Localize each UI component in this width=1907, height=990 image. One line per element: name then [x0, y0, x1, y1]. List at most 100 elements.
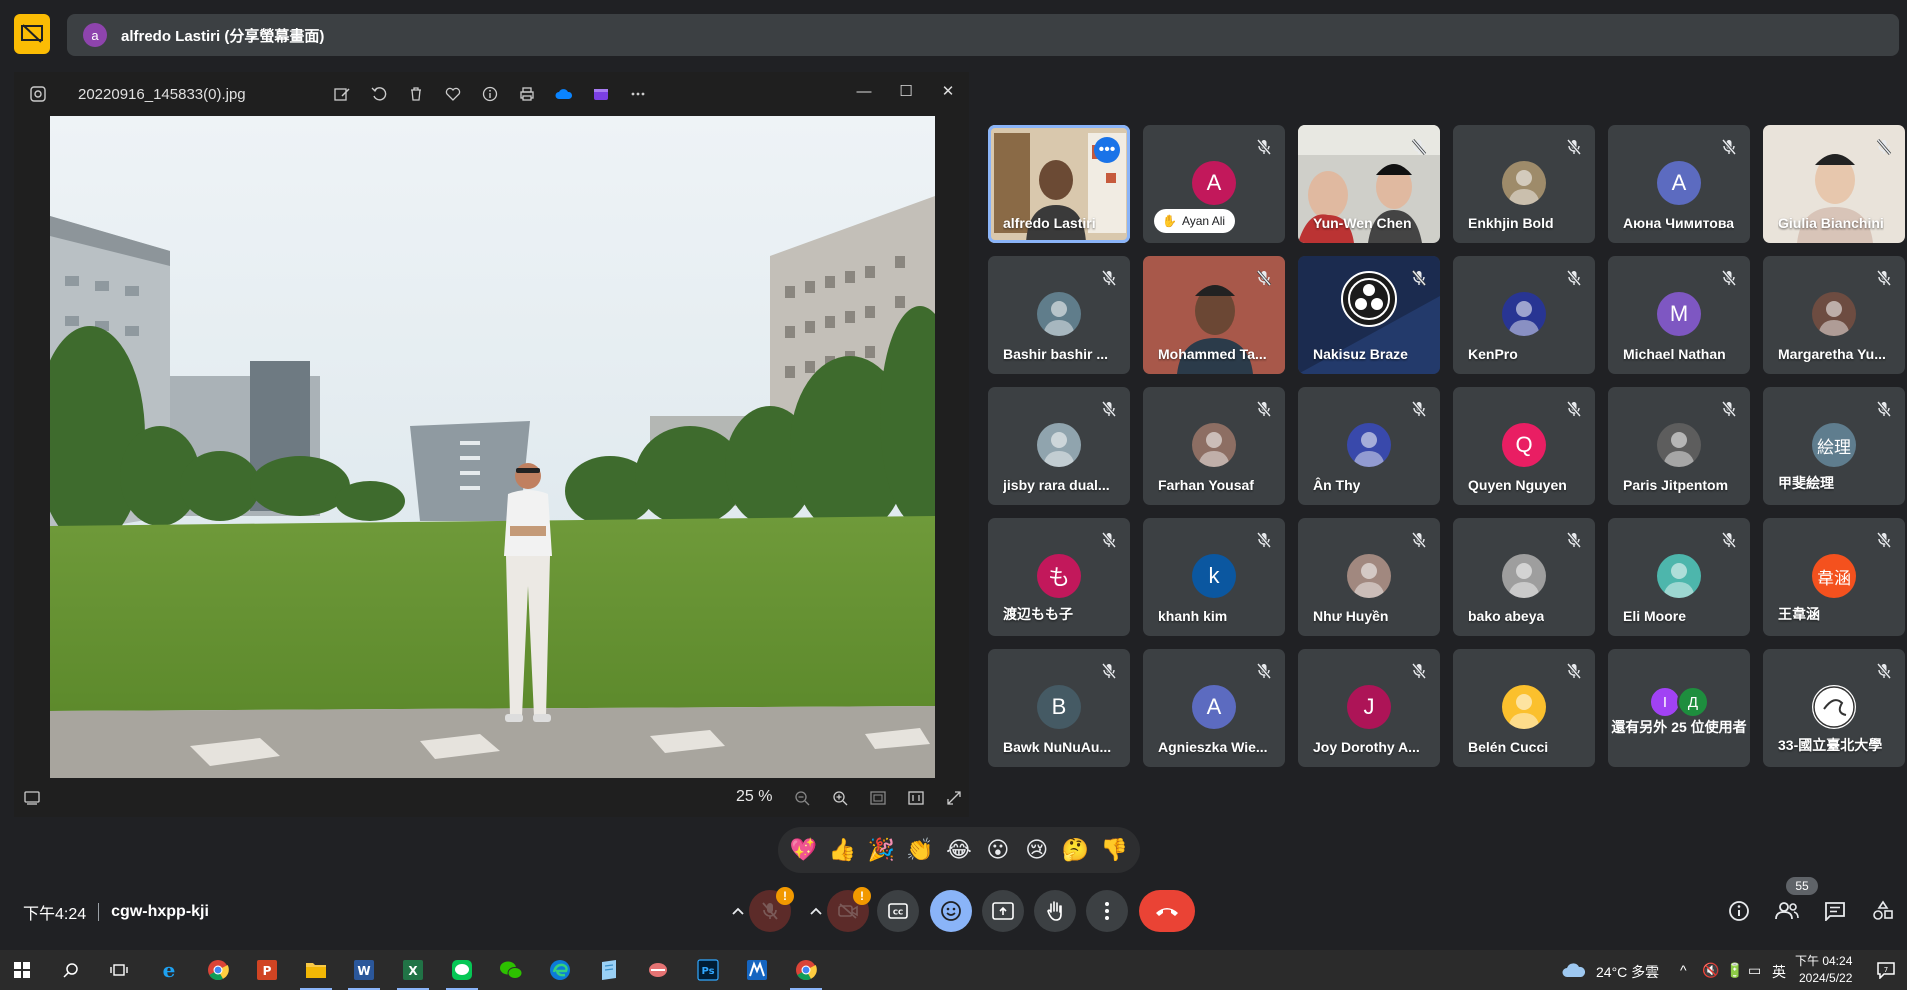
chat-icon[interactable] — [1821, 897, 1849, 925]
leave-call-button[interactable] — [1139, 890, 1195, 932]
present-screen-button[interactable] — [982, 890, 1024, 932]
reaction-emoji[interactable]: 💖 — [787, 837, 819, 863]
zoom-in-icon[interactable] — [830, 788, 850, 808]
reaction-emoji[interactable]: 👍 — [826, 837, 858, 863]
actual-size-icon[interactable] — [906, 788, 926, 808]
notifications-icon[interactable]: 7 — [1868, 956, 1904, 984]
participant-tile[interactable]: jisby rara dual... — [988, 387, 1130, 505]
wechat-icon[interactable] — [493, 956, 529, 984]
participant-tile[interactable]: Như Huyền — [1298, 518, 1440, 636]
ime-indicator[interactable]: 英 — [1772, 962, 1786, 982]
participant-tile[interactable]: Bashir bashir ... — [988, 256, 1130, 374]
task-view-icon[interactable] — [101, 956, 137, 984]
people-icon[interactable] — [1773, 897, 1801, 925]
chrome-meet-icon[interactable] — [788, 956, 824, 990]
reaction-emoji[interactable]: 😂 — [943, 837, 975, 863]
reaction-emoji[interactable]: 🎉 — [865, 837, 897, 863]
show-hidden-icons-chevron-icon[interactable]: ^ — [1680, 962, 1687, 978]
display-icon[interactable]: ▭ — [1748, 962, 1761, 979]
participant-tile[interactable]: B Bawk NuNuAu... — [988, 649, 1130, 767]
onedrive-icon[interactable] — [554, 84, 574, 104]
delete-icon[interactable] — [406, 84, 426, 104]
participant-tile[interactable]: Margaretha Yu... — [1763, 256, 1905, 374]
file-explorer-icon[interactable] — [298, 956, 334, 990]
windows-start-icon[interactable] — [4, 956, 40, 984]
photoshop-icon[interactable]: Ps — [690, 956, 726, 984]
word-icon[interactable]: W — [346, 956, 382, 990]
search-icon[interactable] — [53, 956, 89, 984]
snipping-tool-icon[interactable] — [640, 956, 676, 984]
rotate-icon[interactable] — [369, 84, 389, 104]
reactions-button[interactable] — [930, 890, 972, 932]
battery-icon[interactable]: 🔋 — [1726, 962, 1743, 979]
participant-tile[interactable]: 韋涵 王韋涵 — [1763, 518, 1905, 636]
close-icon[interactable]: ✕ — [927, 76, 969, 106]
raise-hand-button[interactable] — [1034, 890, 1076, 932]
excel-icon[interactable]: X — [395, 956, 431, 990]
reaction-emoji[interactable]: 👎 — [1098, 837, 1130, 863]
participant-tile[interactable]: も渡辺もも子 — [988, 518, 1130, 636]
participant-tile[interactable]: M Michael Nathan — [1608, 256, 1750, 374]
participant-tile[interactable]: Giulia Bianchini — [1763, 125, 1905, 243]
internet-explorer-icon[interactable]: e — [151, 956, 187, 984]
participant-tile[interactable]: Paris Jitpentom — [1608, 387, 1750, 505]
participant-tile[interactable]: Farhan Yousaf — [1143, 387, 1285, 505]
participant-tile[interactable]: Yun-Wen Chen — [1298, 125, 1440, 243]
info-icon[interactable] — [480, 84, 500, 104]
weather-text[interactable]: 24°C 多雲 — [1596, 962, 1659, 982]
participant-tile[interactable]: 33-國立臺北大學 — [1763, 649, 1905, 767]
clipchamp-icon[interactable] — [591, 84, 611, 104]
participant-name: Farhan Yousaf — [1158, 477, 1254, 493]
meeting-details[interactable]: 下午4:24 cgw-hxpp-kji — [23, 900, 209, 924]
more-options-button[interactable] — [1086, 890, 1128, 932]
participant-tile[interactable]: Ân Thy — [1298, 387, 1440, 505]
meeting-info-icon[interactable] — [1725, 897, 1753, 925]
participant-tile[interactable]: Enkhjin Bold — [1453, 125, 1595, 243]
participant-tile[interactable]: A Agnieszka Wie... — [1143, 649, 1285, 767]
favorite-icon[interactable] — [443, 84, 463, 104]
activities-icon[interactable] — [1869, 897, 1897, 925]
participant-tile[interactable]: Q Quyen Nguyen — [1453, 387, 1595, 505]
system-clock[interactable]: 下午 04:24 2024/5/22 — [1795, 953, 1852, 987]
video-options-chevron-icon[interactable] — [804, 890, 828, 932]
speaker-muted-icon[interactable]: 🔇 — [1702, 962, 1719, 979]
participant-tile[interactable]: KenPro — [1453, 256, 1595, 374]
participant-tile[interactable]: I Д 還有另外 25 位使用者 — [1608, 649, 1750, 767]
participant-tile[interactable]: 絵理 甲斐絵理 — [1763, 387, 1905, 505]
presenting-icon[interactable] — [14, 14, 50, 54]
filmstrip-icon[interactable] — [22, 788, 42, 808]
fit-to-window-icon[interactable] — [868, 788, 888, 808]
muted-mic-icon — [1720, 531, 1738, 549]
powerpoint-icon[interactable]: P — [249, 956, 285, 984]
captions-button[interactable]: CC — [877, 890, 919, 932]
participant-tile[interactable]: Eli Moore — [1608, 518, 1750, 636]
fullscreen-icon[interactable] — [944, 788, 964, 808]
weather-cloud-icon[interactable] — [1556, 956, 1592, 984]
maximize-icon[interactable]: ☐ — [885, 76, 927, 106]
participant-tile[interactable]: A Аюна Чимитова — [1608, 125, 1750, 243]
participant-tile[interactable]: ••• alfredo Lastiri — [988, 125, 1130, 243]
notepad-icon[interactable] — [591, 956, 627, 984]
more-options-icon[interactable]: ••• — [1094, 137, 1120, 163]
reaction-emoji[interactable]: 👏 — [904, 837, 936, 863]
edge-icon[interactable] — [542, 956, 578, 984]
participant-tile[interactable]: Belén Cucci — [1453, 649, 1595, 767]
reaction-emoji[interactable]: 😮 — [982, 837, 1014, 863]
participant-tile[interactable]: k khanh kim — [1143, 518, 1285, 636]
minimize-icon[interactable]: — — [843, 76, 885, 106]
more-icon[interactable] — [628, 84, 648, 104]
audio-options-chevron-icon[interactable] — [726, 890, 750, 932]
reaction-emoji[interactable]: 🤔 — [1060, 837, 1092, 863]
participant-tile[interactable]: Mohammed Ta... — [1143, 256, 1285, 374]
print-icon[interactable] — [517, 84, 537, 104]
reaction-emoji[interactable]: 😢 — [1021, 837, 1053, 863]
line-icon[interactable] — [444, 956, 480, 990]
participant-tile[interactable]: Nakisuz Braze — [1298, 256, 1440, 374]
participant-tile[interactable]: bako abeya — [1453, 518, 1595, 636]
app-m-icon[interactable] — [739, 956, 775, 984]
participant-tile[interactable]: J Joy Dorothy A... — [1298, 649, 1440, 767]
participant-tile[interactable]: A ✋ Ayan Ali — [1143, 125, 1285, 243]
chrome-icon[interactable] — [200, 956, 236, 984]
edit-icon[interactable] — [332, 84, 352, 104]
zoom-out-icon[interactable] — [792, 788, 812, 808]
